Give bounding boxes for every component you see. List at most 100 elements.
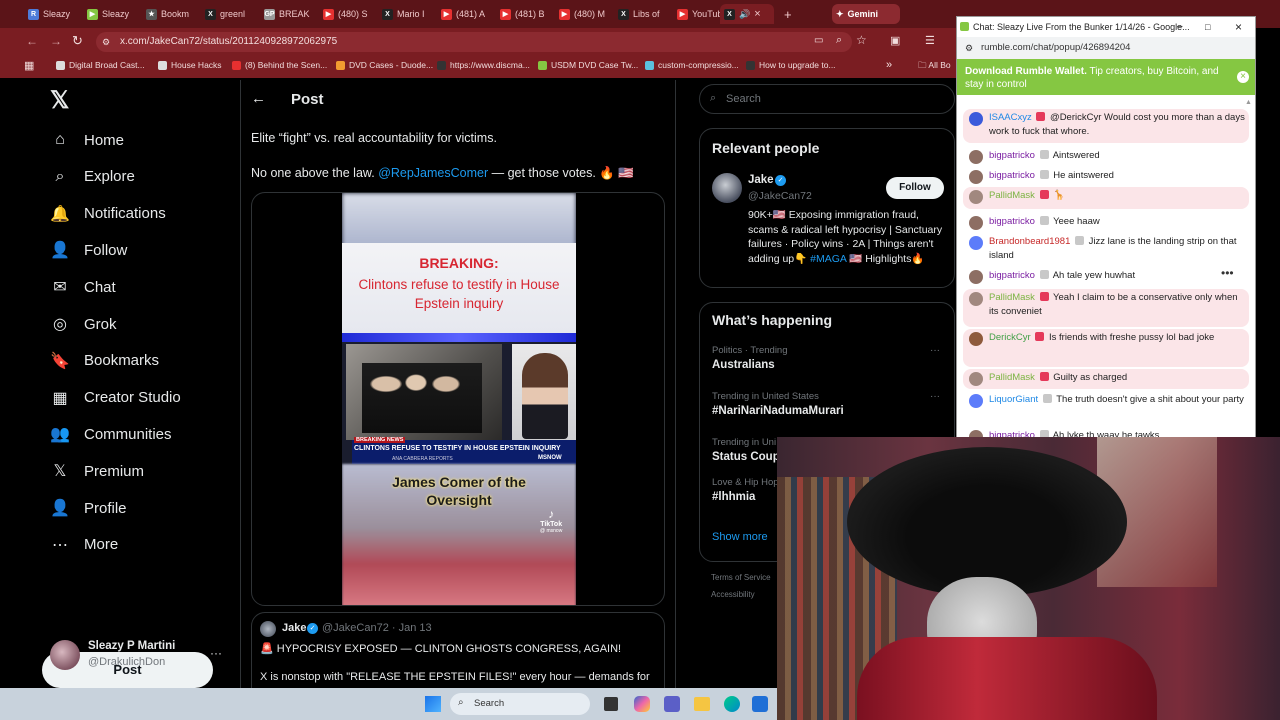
close-icon[interactable]: × [1235, 17, 1242, 37]
bookmark-link[interactable]: custom-compressio... [645, 60, 739, 70]
trend-item[interactable]: Trending in United States #NariNariNaduma… [712, 391, 948, 417]
forward-icon[interactable]: → [50, 34, 62, 48]
chat-username[interactable]: PallidMask [989, 292, 1035, 303]
maximize-icon[interactable]: □ [1205, 17, 1210, 37]
avatar[interactable] [969, 372, 983, 386]
footer-accessibility-link[interactable]: Accessibility [711, 590, 755, 599]
search-input[interactable]: ⌕ Search [699, 84, 955, 114]
quoted-post[interactable]: Jake ✓ @JakeCan72 · Jan 13 🚨 HYPOCRISY E… [251, 612, 665, 690]
account-switcher[interactable]: Sleazy P Martini @DrakulichDon ··· [50, 638, 230, 674]
chat-username[interactable]: bigpatricko [989, 270, 1035, 281]
nav-item-creator-studio[interactable]: ▦ Creator Studio [50, 388, 180, 408]
browser-tab[interactable]: ▶ (480) S [319, 4, 375, 24]
avatar[interactable] [969, 270, 983, 284]
browser-tab[interactable]: ▶ (480) M [555, 4, 611, 24]
chat-username[interactable]: ISAACxyz [989, 112, 1032, 123]
show-more-link[interactable]: Show more [712, 531, 768, 543]
avatar[interactable] [969, 332, 983, 346]
bookmarks-overflow-icon[interactable]: » [886, 59, 892, 71]
hashtag-link[interactable]: #MAGA [810, 253, 846, 265]
copilot-icon[interactable] [634, 696, 650, 712]
nav-item-grok[interactable]: ◎ Grok [50, 314, 117, 334]
wallet-banner[interactable]: Download Rumble Wallet. Tip creators, bu… [957, 59, 1255, 95]
follow-button[interactable]: Follow [886, 177, 944, 199]
back-arrow-icon[interactable]: ← [251, 90, 266, 107]
browser-tab[interactable]: X Mario I [378, 4, 434, 24]
mention-link[interactable]: @RepJamesComer [378, 166, 488, 180]
bookmark-link[interactable]: (8) Behind the Scen... [232, 60, 327, 70]
avatar[interactable] [712, 173, 742, 203]
avatar[interactable] [969, 292, 983, 306]
tab-close-icon[interactable]: × [754, 8, 760, 20]
chat-username[interactable]: bigpatricko [989, 430, 1035, 437]
browser-tab[interactable]: Xgreenl [201, 4, 257, 24]
avatar[interactable] [969, 112, 983, 126]
chat-username[interactable]: PallidMask [989, 372, 1035, 383]
video-frame[interactable]: BREAKING: Clintons refuse to testify in … [342, 193, 576, 605]
bookmark-star-icon[interactable]: ☆ [856, 33, 867, 47]
site-info-icon[interactable]: ⚙ [102, 32, 110, 52]
new-tab-button[interactable]: + [780, 4, 796, 24]
teams-icon[interactable] [664, 696, 680, 712]
apps-grid-icon[interactable]: ▦ [24, 59, 34, 72]
avatar[interactable] [969, 190, 983, 204]
browser-tab[interactable]: ★ Bookm [142, 4, 198, 24]
nav-item-premium[interactable]: 𝕏 Premium [50, 461, 144, 481]
avatar[interactable] [969, 394, 983, 408]
avatar[interactable] [969, 236, 983, 250]
chat-username[interactable]: Brandonbeard1981 [989, 236, 1070, 247]
video-player[interactable]: BREAKING: Clintons refuse to testify in … [251, 192, 665, 606]
bookmark-link[interactable]: USDM DVD Case Tw... [538, 60, 638, 70]
nav-item-chat[interactable]: ✉ Chat [50, 277, 115, 297]
tab-gemini[interactable]: ✦ Gemini [832, 4, 900, 24]
chat-username[interactable]: LiquorGiant [989, 394, 1038, 405]
all-bookmarks-link[interactable]: 🗀 All Bo [918, 60, 951, 74]
browser-tab[interactable]: R Sleazy [24, 4, 80, 24]
bookmark-link[interactable]: Digital Broad Cast... [56, 60, 145, 70]
nav-item-bookmarks[interactable]: 🔖 Bookmarks [50, 351, 159, 371]
x-logo-icon[interactable]: 𝕏 [50, 86, 69, 115]
tab-active[interactable]: X 🔊 × [720, 4, 774, 24]
chat-username[interactable]: bigpatricko [989, 216, 1035, 227]
nav-item-explore[interactable]: ⌕ Explore [50, 167, 135, 187]
nav-item-home[interactable]: ⌂ Home [50, 130, 124, 150]
avatar[interactable] [969, 216, 983, 230]
chat-username[interactable]: bigpatricko [989, 170, 1035, 181]
reload-icon[interactable]: ↻ [72, 33, 83, 49]
file-explorer-icon[interactable] [694, 697, 710, 711]
windows-start-icon[interactable] [425, 696, 441, 712]
bookmark-link[interactable]: How to upgrade to... [746, 60, 836, 70]
taskbar-search[interactable]: ⌕ Search [450, 693, 590, 715]
sidepanel-icon[interactable]: ▣ [890, 34, 900, 47]
minimize-icon[interactable]: – [1177, 17, 1183, 37]
bookmark-link[interactable]: DVD Cases - Duode... [336, 60, 433, 70]
more-icon[interactable]: ··· [930, 345, 940, 356]
nav-item-communities[interactable]: 👥 Communities [50, 424, 172, 444]
nav-item-profile[interactable]: 👤 Profile [50, 498, 127, 518]
task-view-icon[interactable] [604, 697, 618, 711]
nav-item-notifications[interactable]: 🔔 Notifications [50, 204, 166, 224]
edge-icon[interactable] [724, 696, 740, 712]
footer-terms-link[interactable]: Terms of Service [711, 573, 771, 582]
bookmark-link[interactable]: https://www.discma... [437, 60, 530, 70]
chat-username[interactable]: DerickCyr [989, 332, 1031, 343]
chat-username[interactable]: PallidMask [989, 190, 1035, 201]
extensions-icon[interactable]: ☰ [925, 34, 935, 47]
nav-item-follow[interactable]: 👤 Follow [50, 240, 127, 260]
browser-tab[interactable]: ▶ (481) B [496, 4, 552, 24]
cast-icon[interactable]: ▭ [814, 35, 823, 46]
avatar[interactable] [969, 150, 983, 164]
person-name[interactable]: Jake [748, 174, 774, 186]
browser-tab[interactable]: ▶ Sleazy [83, 4, 139, 24]
avatar[interactable] [969, 170, 983, 184]
scrollbar-up-icon[interactable]: ▲ [1245, 99, 1252, 106]
close-icon[interactable]: × [1237, 71, 1249, 83]
more-icon[interactable]: ··· [930, 391, 940, 402]
store-icon[interactable] [752, 696, 768, 712]
nav-item-more[interactable]: ⋯ More [50, 535, 118, 555]
zoom-icon[interactable]: ⌕ [836, 34, 842, 47]
message-options-icon[interactable]: ••• [1221, 266, 1234, 280]
browser-tab[interactable]: X Libs of [614, 4, 670, 24]
url-field[interactable]: ⚙ x.com/JakeCan72/status/201124092897206… [96, 32, 852, 52]
back-icon[interactable]: ← [26, 34, 38, 48]
